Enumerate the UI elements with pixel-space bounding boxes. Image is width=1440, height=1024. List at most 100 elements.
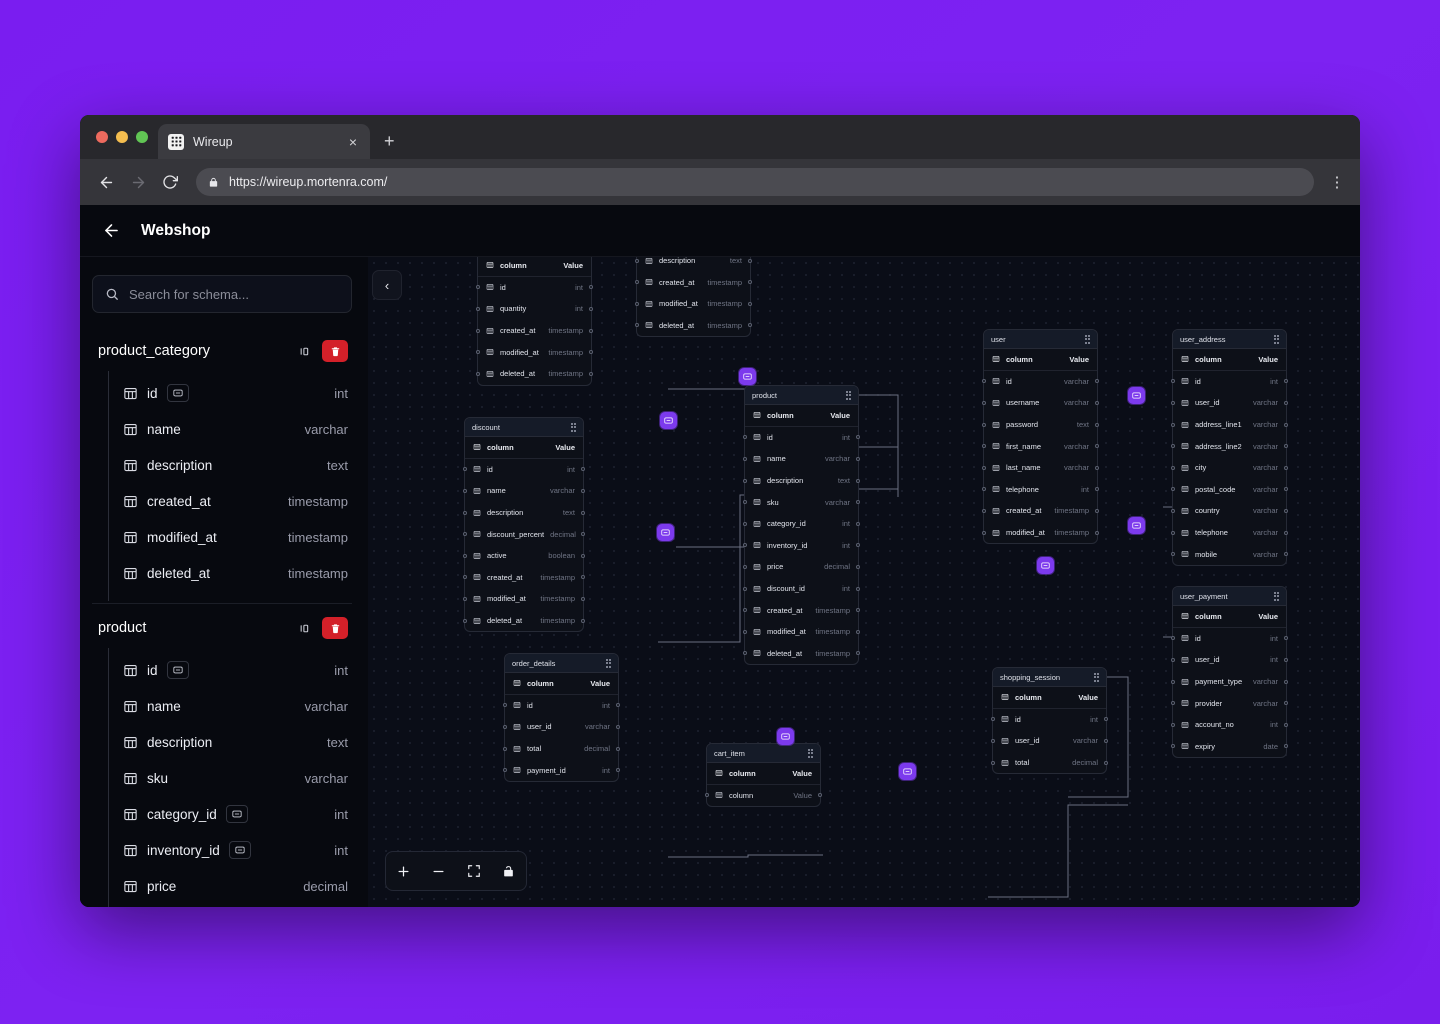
fit-screen-button[interactable] <box>461 858 487 884</box>
drag-handle-icon[interactable] <box>1093 672 1099 682</box>
connection-port-right[interactable] <box>856 564 860 569</box>
erd-field-row[interactable]: created_at timestamp <box>982 500 1099 522</box>
erd-node-header[interactable]: shopping_session <box>993 668 1106 687</box>
erd-field-row[interactable]: category_id int <box>743 513 860 535</box>
connection-port-left[interactable] <box>476 371 480 376</box>
connection-port-right[interactable] <box>1284 400 1288 405</box>
connection-port-left[interactable] <box>982 465 986 470</box>
connection-port-left[interactable] <box>743 456 747 461</box>
erd-field-row[interactable]: modified_at timestamp <box>635 293 752 315</box>
erd-field-row[interactable]: user_id varchar <box>1171 392 1288 414</box>
connection-port-left[interactable] <box>1171 679 1175 684</box>
collapse-left-icon[interactable] <box>299 622 312 635</box>
connection-port-left[interactable] <box>982 530 986 535</box>
lock-canvas-button[interactable] <box>496 858 522 884</box>
erd-field-row[interactable]: expiry date <box>1171 736 1288 758</box>
erd-field-row[interactable]: quantity int <box>476 298 593 320</box>
connection-port-right[interactable] <box>1095 530 1099 535</box>
erd-field-row[interactable]: payment_type varchar <box>1171 671 1288 693</box>
schema-field-row[interactable]: category_id int <box>109 796 352 832</box>
schema-field-row[interactable]: inventory_id int <box>109 832 352 868</box>
schema-field-row[interactable]: discount_idint <box>109 904 352 907</box>
schema-field-row[interactable]: created_at timestamp <box>109 483 352 519</box>
erd-field-row[interactable]: deleted_at timestamp <box>743 643 860 665</box>
connection-port-right[interactable] <box>856 586 860 591</box>
connection-port-right[interactable] <box>1104 738 1108 743</box>
erd-field-row[interactable]: created_at timestamp <box>743 599 860 621</box>
erd-table-node[interactable]: shopping_session column Value id int user_id v… <box>991 667 1108 775</box>
erd-node-header[interactable]: order_details <box>505 654 618 673</box>
connection-port-right[interactable] <box>589 371 593 376</box>
erd-table-node[interactable]: product_inventorycolumnValueidintquantit… <box>476 257 593 386</box>
drag-handle-icon[interactable] <box>1273 334 1279 344</box>
erd-field-row[interactable]: postal_code varchar <box>1171 479 1288 501</box>
schema-group-header[interactable]: product_category <box>92 331 352 371</box>
schema-field-row[interactable]: price decimal <box>109 868 352 904</box>
drag-handle-icon[interactable] <box>845 390 851 400</box>
erd-field-row[interactable]: id int <box>1171 628 1288 650</box>
drag-handle-icon[interactable] <box>605 658 611 668</box>
connection-port-left[interactable] <box>991 738 995 743</box>
erd-table-node[interactable]: cart_item column Value column Value <box>705 743 822 808</box>
connection-port-left[interactable] <box>635 301 639 306</box>
connection-port-left[interactable] <box>743 478 747 483</box>
minimize-window-button[interactable] <box>116 131 128 143</box>
erd-field-row[interactable]: mobile varchar <box>1171 543 1288 565</box>
connection-port-left[interactable] <box>463 467 467 472</box>
connection-port-left[interactable] <box>1171 465 1175 470</box>
connection-port-right[interactable] <box>616 746 620 751</box>
erd-field-row[interactable]: deleted_at timestamp <box>476 363 593 385</box>
relationship-badge[interactable] <box>657 524 674 541</box>
app-back-button[interactable] <box>102 221 121 240</box>
relationship-badge[interactable] <box>739 368 756 385</box>
connection-port-left[interactable] <box>463 510 467 515</box>
relationship-badge[interactable] <box>660 412 677 429</box>
connection-port-left[interactable] <box>1171 444 1175 449</box>
connection-port-right[interactable] <box>616 724 620 729</box>
maximize-window-button[interactable] <box>136 131 148 143</box>
connection-port-left[interactable] <box>743 435 747 440</box>
erd-field-row[interactable]: last_name varchar <box>982 457 1099 479</box>
erd-field-row[interactable]: id int <box>1171 371 1288 393</box>
schema-group-header[interactable]: product <box>92 608 352 648</box>
erd-table-node[interactable]: user_address column Value id int user_id varch… <box>1171 329 1288 566</box>
connection-port-right[interactable] <box>1095 400 1099 405</box>
erd-field-row[interactable]: sku varchar <box>743 491 860 513</box>
connection-port-left[interactable] <box>743 651 747 656</box>
delete-schema-button[interactable] <box>322 617 348 639</box>
connection-port-left[interactable] <box>463 488 467 493</box>
erd-field-row[interactable]: first_name varchar <box>982 435 1099 457</box>
erd-field-row[interactable]: id int <box>463 459 585 481</box>
erd-field-row[interactable]: user_id varchar <box>503 716 620 738</box>
delete-schema-button[interactable] <box>322 340 348 362</box>
connection-port-left[interactable] <box>635 280 639 285</box>
connection-port-left[interactable] <box>743 564 747 569</box>
connection-port-right[interactable] <box>1284 508 1288 513</box>
erd-table-node[interactable]: user column Value id varchar username varchar p… <box>982 329 1099 545</box>
connection-port-right[interactable] <box>1284 657 1288 662</box>
erd-field-row[interactable]: description text <box>743 470 860 492</box>
connection-port-left[interactable] <box>991 760 995 765</box>
connection-port-right[interactable] <box>1284 679 1288 684</box>
erd-field-row[interactable]: username varchar <box>982 392 1099 414</box>
connection-port-right[interactable] <box>856 629 860 634</box>
connection-port-left[interactable] <box>743 543 747 548</box>
erd-field-row[interactable]: modified_at timestamp <box>743 621 860 643</box>
erd-field-row[interactable]: total decimal <box>503 738 620 760</box>
connection-port-right[interactable] <box>1095 508 1099 513</box>
connection-port-right[interactable] <box>581 488 585 493</box>
erd-field-row[interactable]: city varchar <box>1171 457 1288 479</box>
connection-port-right[interactable] <box>856 478 860 483</box>
erd-field-row[interactable]: created_at timestamp <box>635 271 752 293</box>
connection-port-left[interactable] <box>1171 722 1175 727</box>
schema-field-row[interactable]: id int <box>109 652 352 688</box>
relationship-badge[interactable] <box>899 763 916 780</box>
connection-port-left[interactable] <box>463 618 467 623</box>
zoom-in-button[interactable] <box>391 858 417 884</box>
erd-field-row[interactable]: address_line1 varchar <box>1171 414 1288 436</box>
schema-field-row[interactable]: description text <box>109 724 352 760</box>
forward-icon[interactable] <box>124 168 152 196</box>
connection-port-left[interactable] <box>1171 657 1175 662</box>
erd-field-row[interactable]: created_at timestamp <box>463 567 585 589</box>
connection-port-left[interactable] <box>476 350 480 355</box>
